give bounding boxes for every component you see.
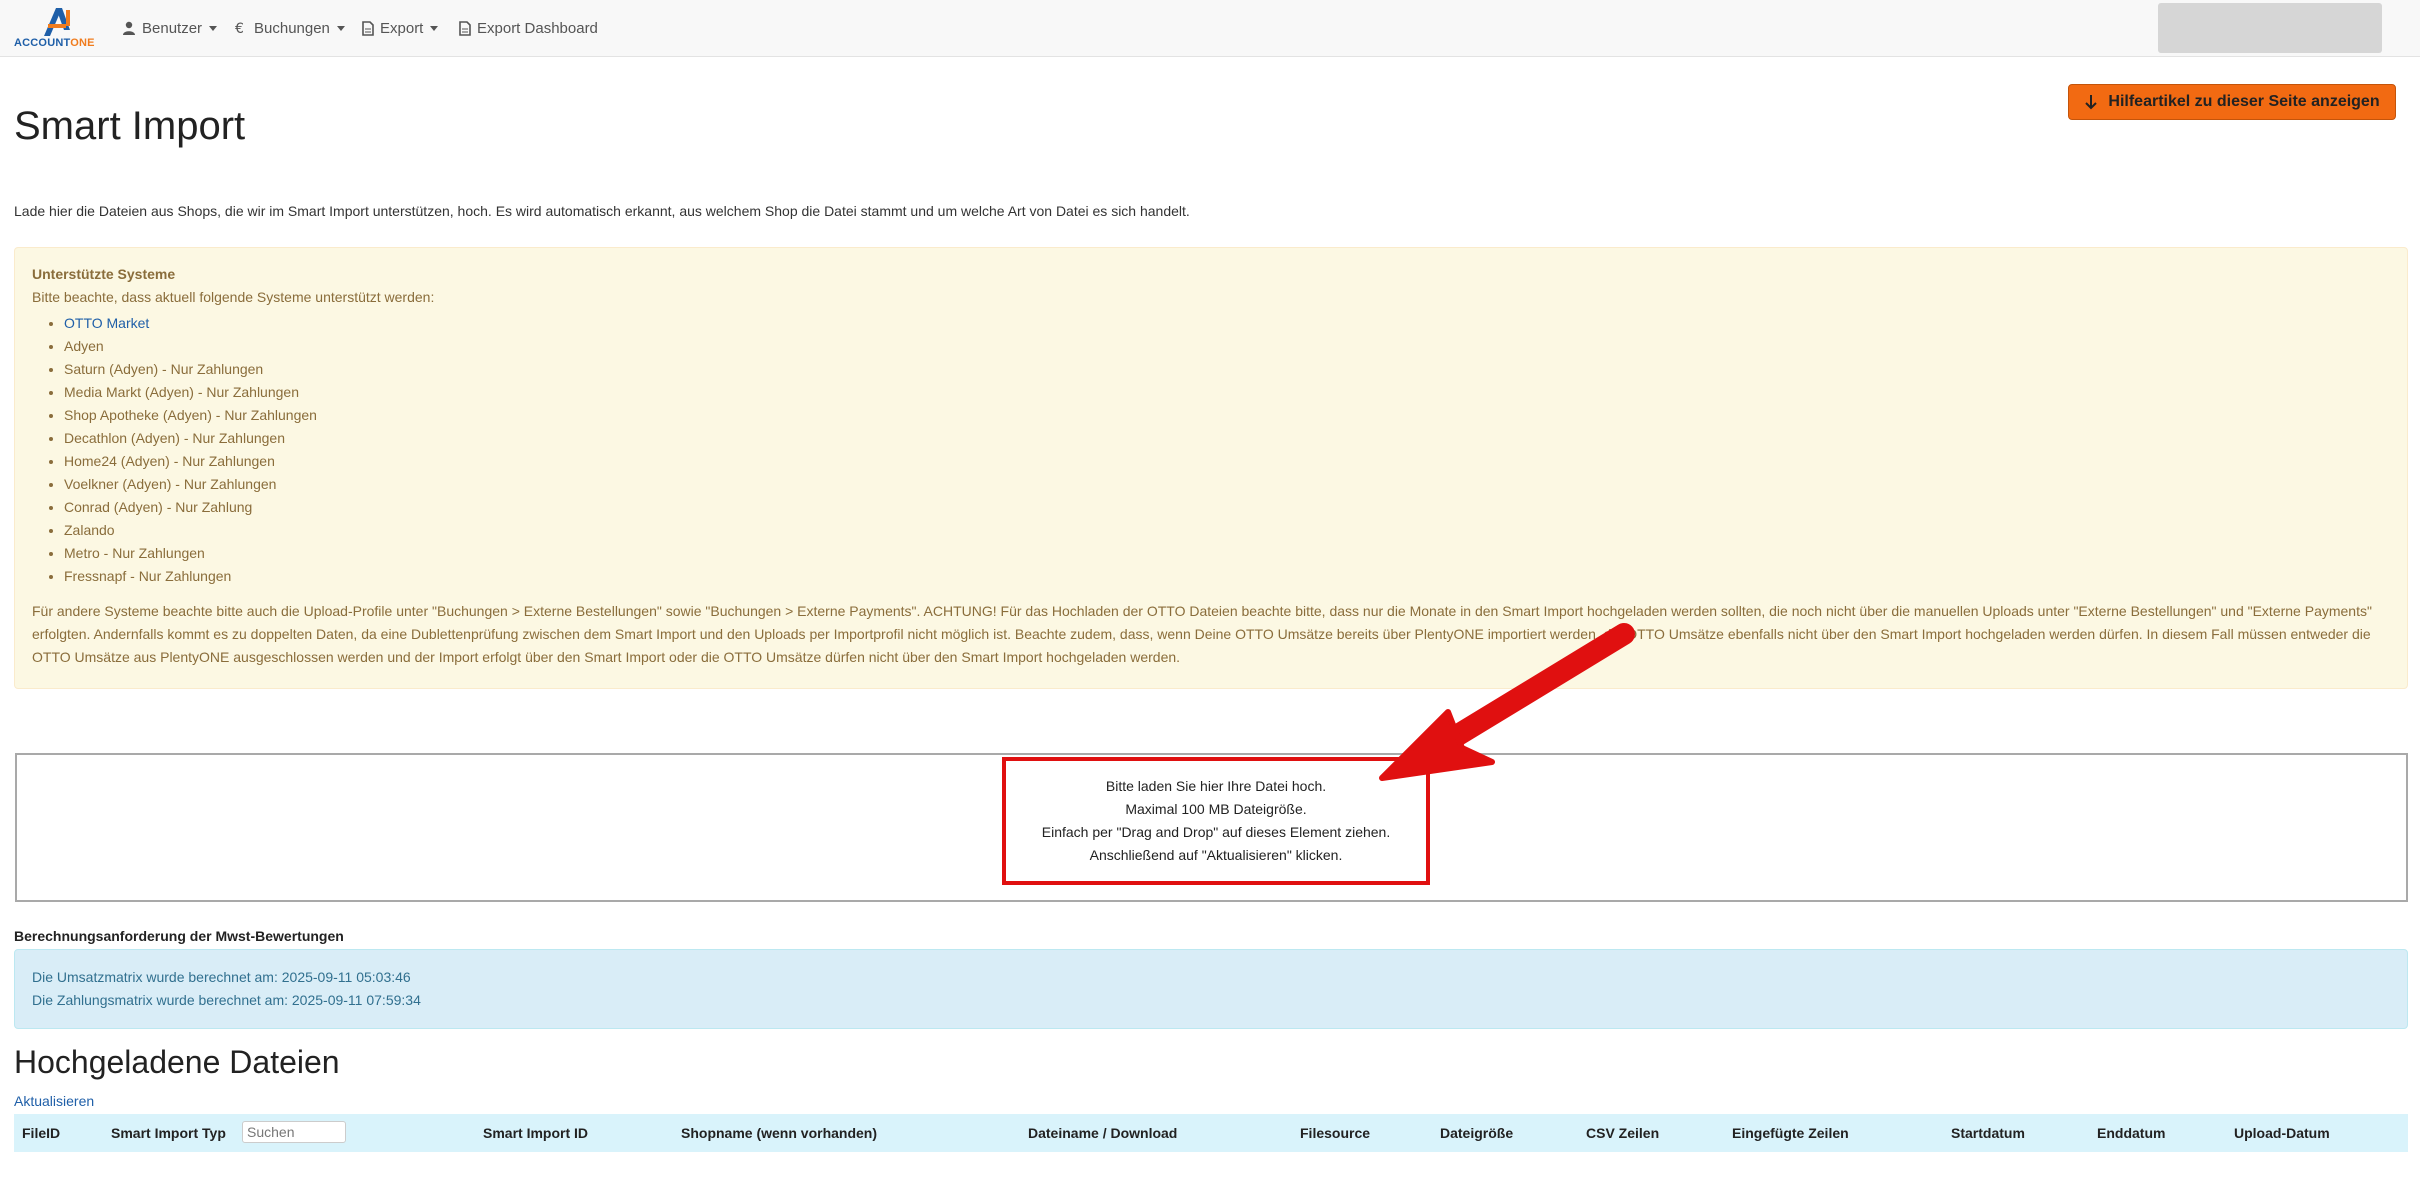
logo-text-one: ONE <box>70 37 95 49</box>
arrow-down-icon <box>2085 95 2098 110</box>
supported-system-item: Metro - Nur Zahlungen <box>32 542 317 565</box>
chevron-down-icon <box>209 25 218 31</box>
logo-text-account: ACCOUNT <box>14 37 71 49</box>
column-header[interactable]: CSV Zeilen <box>1586 1125 1659 1141</box>
supported-system-item: Shop Apotheke (Adyen) - Nur Zahlungen <box>32 404 317 427</box>
payment-matrix-status: Die Zahlungsmatrix wurde berechnet am: 2… <box>32 992 421 1008</box>
supported-system-item: Adyen <box>32 335 317 358</box>
user-menu-redacted[interactable] <box>2158 3 2382 53</box>
supported-systems-subtitle: Bitte beachte, dass aktuell folgende Sys… <box>32 289 435 305</box>
supported-system-item: Saturn (Adyen) - Nur Zahlungen <box>32 358 317 381</box>
supported-system-item: Media Markt (Adyen) - Nur Zahlungen <box>32 381 317 404</box>
supported-system-item: Voelkner (Adyen) - Nur Zahlungen <box>32 473 317 496</box>
accountone-logo[interactable]: ACCOUNTONE <box>14 6 98 50</box>
nav-benutzer[interactable]: Benutzer <box>122 18 218 38</box>
document-icon <box>459 20 471 36</box>
type-search-input[interactable] <box>242 1121 346 1143</box>
supported-systems-title: Unterstützte Systeme <box>32 266 176 282</box>
column-header[interactable]: Smart Import ID <box>483 1125 588 1141</box>
dropzone-line: Einfach per "Drag and Drop" auf dieses E… <box>1041 824 1391 840</box>
dropzone-line: Maximal 100 MB Dateigröße. <box>1125 801 1307 817</box>
column-header[interactable]: Dateigröße <box>1440 1125 1513 1141</box>
top-navbar: ACCOUNTONE Benutzer € Buchungen Export E… <box>0 0 2420 57</box>
logo-mark-icon <box>44 8 70 36</box>
nav-export-label: Export <box>380 19 424 37</box>
supported-systems-note: Für andere Systeme beachte bitte auch di… <box>32 603 2372 665</box>
supported-system-item: Conrad (Adyen) - Nur Zahlung <box>32 496 317 519</box>
nav-export[interactable]: Export <box>362 18 439 38</box>
nav-buchungen[interactable]: € Buchungen <box>234 18 345 38</box>
nav-buchungen-label: Buchungen <box>254 19 330 37</box>
nav-benutzer-label: Benutzer <box>142 19 203 37</box>
vat-calculation-heading: Berechnungsanforderung der Mwst-Bewertun… <box>14 928 344 944</box>
user-icon <box>123 21 135 35</box>
column-header[interactable]: Dateiname / Download <box>1028 1125 1177 1141</box>
document-icon <box>362 20 374 36</box>
vat-info-alert: Die Umsatzmatrix wurde berechnet am: 202… <box>14 949 2408 1029</box>
supported-system-item-otto[interactable]: OTTO Market <box>32 312 317 335</box>
column-header[interactable]: Startdatum <box>1951 1125 2025 1141</box>
page-intro: Lade hier die Dateien aus Shops, die wir… <box>14 203 1190 219</box>
column-header[interactable]: FileID <box>22 1125 60 1141</box>
chevron-down-icon <box>430 25 439 31</box>
uploads-table-header: FileID Smart Import Typ Smart Import ID … <box>14 1114 2408 1152</box>
dropzone-line: Bitte laden Sie hier Ihre Datei hoch. <box>1105 778 1327 794</box>
refresh-link[interactable]: Aktualisieren <box>14 1093 94 1109</box>
supported-system-item: Decathlon (Adyen) - Nur Zahlungen <box>32 427 317 450</box>
uploaded-files-title: Hochgeladene Dateien <box>14 1044 340 1080</box>
sales-matrix-status: Die Umsatzmatrix wurde berechnet am: 202… <box>32 969 411 985</box>
column-header[interactable]: Shopname (wenn vorhanden) <box>681 1125 877 1141</box>
nav-export-dashboard[interactable]: Export Dashboard <box>459 18 598 38</box>
column-header[interactable]: Eingefügte Zeilen <box>1732 1125 1849 1141</box>
help-article-button[interactable]: Hilfeartikel zu dieser Seite anzeigen <box>2068 84 2396 120</box>
chevron-down-icon <box>336 25 345 31</box>
supported-systems-alert: Unterstützte Systeme Bitte beachte, dass… <box>14 247 2408 689</box>
supported-system-item: Zalando <box>32 519 317 542</box>
page-title: Smart Import <box>14 104 246 148</box>
euro-icon: € <box>235 21 244 35</box>
dropzone-line: Anschließend auf "Aktualisieren" klicken… <box>1089 847 1343 863</box>
supported-systems-list: OTTO Market Adyen Saturn (Adyen) - Nur Z… <box>32 312 317 588</box>
help-article-label: Hilfeartikel zu dieser Seite anzeigen <box>2108 93 2380 110</box>
column-header[interactable]: Filesource <box>1300 1125 1370 1141</box>
nav-export-dashboard-label: Export Dashboard <box>477 19 598 37</box>
column-header[interactable]: Enddatum <box>2097 1125 2165 1141</box>
column-header[interactable]: Smart Import Typ <box>111 1125 226 1141</box>
svg-text:€: € <box>235 21 244 35</box>
supported-system-item: Home24 (Adyen) - Nur Zahlungen <box>32 450 317 473</box>
dropzone-instructions: Bitte laden Sie hier Ihre Datei hoch. Ma… <box>1002 757 1430 885</box>
column-header[interactable]: Upload-Datum <box>2234 1125 2330 1141</box>
supported-system-item: Fressnapf - Nur Zahlungen <box>32 565 317 588</box>
